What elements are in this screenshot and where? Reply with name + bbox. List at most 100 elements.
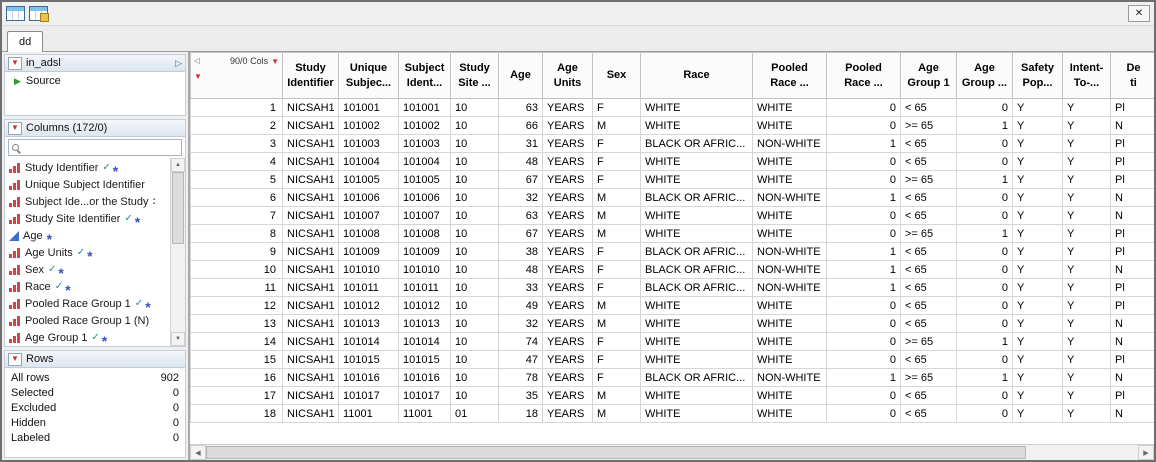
cell[interactable]: 0	[827, 297, 901, 315]
cell[interactable]: 1	[957, 171, 1013, 189]
cell[interactable]: Y	[1063, 225, 1111, 243]
cell[interactable]: 0	[957, 99, 1013, 117]
cell[interactable]: Y	[1013, 99, 1063, 117]
scrollbar-thumb[interactable]	[172, 172, 184, 244]
cell[interactable]: 67	[499, 171, 543, 189]
cell[interactable]: WHITE	[641, 333, 753, 351]
cell[interactable]: 101010	[339, 261, 399, 279]
scroll-down-button[interactable]: ▼	[171, 332, 185, 346]
cell[interactable]: WHITE	[641, 153, 753, 171]
column-list-item[interactable]: Study Site Identifier✓*	[5, 210, 170, 227]
column-header[interactable]: Sex	[593, 53, 641, 99]
column-header[interactable]: SubjectIdent...	[399, 53, 451, 99]
cell[interactable]: >= 65	[901, 117, 957, 135]
cell[interactable]: YEARS	[543, 117, 593, 135]
cell[interactable]: 101007	[339, 207, 399, 225]
cell[interactable]: 01	[451, 405, 499, 423]
cell[interactable]: 0	[957, 153, 1013, 171]
cell[interactable]: F	[593, 135, 641, 153]
cell[interactable]: 101006	[339, 189, 399, 207]
cell[interactable]: M	[593, 189, 641, 207]
cell[interactable]: < 65	[901, 387, 957, 405]
column-list-item[interactable]: Pooled Race Group 1 (N)	[5, 312, 170, 329]
cell[interactable]: 10	[451, 135, 499, 153]
cell[interactable]: M	[593, 387, 641, 405]
cell[interactable]: 0	[957, 297, 1013, 315]
collapse-sidebar-icon[interactable]: ◁	[194, 56, 200, 66]
column-header[interactable]: SafetyPop...	[1013, 53, 1063, 99]
cell[interactable]: WHITE	[753, 333, 827, 351]
cell[interactable]: 0	[957, 207, 1013, 225]
cell[interactable]: NICSAH1	[283, 387, 339, 405]
cell[interactable]: NICSAH1	[283, 261, 339, 279]
cell[interactable]: 1	[827, 369, 901, 387]
cell[interactable]: Pl	[1111, 387, 1155, 405]
columns-menu-icon[interactable]: ▼	[271, 58, 279, 66]
cell[interactable]: YEARS	[543, 207, 593, 225]
cell[interactable]: WHITE	[641, 207, 753, 225]
column-header[interactable]: AgeUnits	[543, 53, 593, 99]
column-list-item[interactable]: Pooled Race Group 1✓*	[5, 295, 170, 312]
cell[interactable]: Y	[1063, 261, 1111, 279]
cell[interactable]: 1	[957, 369, 1013, 387]
cell[interactable]: NON-WHITE	[753, 243, 827, 261]
row-number[interactable]: 16	[191, 369, 283, 387]
cell[interactable]: 38	[499, 243, 543, 261]
cell[interactable]: M	[593, 207, 641, 225]
cell[interactable]: 0	[827, 207, 901, 225]
rows-menu-icon[interactable]: ▼	[194, 73, 202, 81]
cell[interactable]: 101009	[339, 243, 399, 261]
cell[interactable]: 101001	[339, 99, 399, 117]
row-number[interactable]: 15	[191, 351, 283, 369]
cell[interactable]: 101016	[399, 369, 451, 387]
cell[interactable]: 33	[499, 279, 543, 297]
cell[interactable]: WHITE	[641, 117, 753, 135]
cell[interactable]: WHITE	[753, 297, 827, 315]
cell[interactable]: 101014	[399, 333, 451, 351]
cell[interactable]: 10	[451, 117, 499, 135]
cell[interactable]: >= 65	[901, 171, 957, 189]
cell[interactable]: 0	[957, 261, 1013, 279]
cell[interactable]: YEARS	[543, 261, 593, 279]
cell[interactable]: F	[593, 369, 641, 387]
cell[interactable]: 0	[827, 333, 901, 351]
cell[interactable]: 10	[451, 243, 499, 261]
cell[interactable]: 48	[499, 153, 543, 171]
cell[interactable]: 1	[827, 279, 901, 297]
cell[interactable]: 0	[957, 405, 1013, 423]
cell[interactable]: 1	[827, 261, 901, 279]
cell[interactable]: < 65	[901, 189, 957, 207]
cell[interactable]: WHITE	[753, 153, 827, 171]
cell[interactable]: 49	[499, 297, 543, 315]
scrollbar-thumb[interactable]	[206, 446, 1026, 459]
cell[interactable]: 0	[827, 387, 901, 405]
cell[interactable]: F	[593, 171, 641, 189]
cell[interactable]: NICSAH1	[283, 225, 339, 243]
cell[interactable]: 0	[957, 135, 1013, 153]
cell[interactable]: 0	[827, 171, 901, 189]
cell[interactable]: 0	[957, 189, 1013, 207]
cell[interactable]: WHITE	[753, 387, 827, 405]
row-number[interactable]: 13	[191, 315, 283, 333]
cell[interactable]: WHITE	[753, 99, 827, 117]
cell[interactable]: Y	[1063, 99, 1111, 117]
cell[interactable]: 101015	[339, 351, 399, 369]
cell[interactable]: F	[593, 261, 641, 279]
cell[interactable]: < 65	[901, 135, 957, 153]
scroll-left-button[interactable]: ◀	[190, 445, 206, 460]
cell[interactable]: 0	[827, 225, 901, 243]
cell[interactable]: Y	[1013, 171, 1063, 189]
row-number[interactable]: 8	[191, 225, 283, 243]
cell[interactable]: M	[593, 297, 641, 315]
cell[interactable]: 101009	[399, 243, 451, 261]
cell[interactable]: Pl	[1111, 225, 1155, 243]
cell[interactable]: Y	[1063, 405, 1111, 423]
cell[interactable]: NICSAH1	[283, 351, 339, 369]
chevron-right-icon[interactable]: ▷	[175, 58, 182, 69]
cell[interactable]: >= 65	[901, 225, 957, 243]
cell[interactable]: < 65	[901, 315, 957, 333]
cell[interactable]: Y	[1013, 333, 1063, 351]
cell[interactable]: N	[1111, 189, 1155, 207]
row-number[interactable]: 11	[191, 279, 283, 297]
cell[interactable]: 10	[451, 315, 499, 333]
